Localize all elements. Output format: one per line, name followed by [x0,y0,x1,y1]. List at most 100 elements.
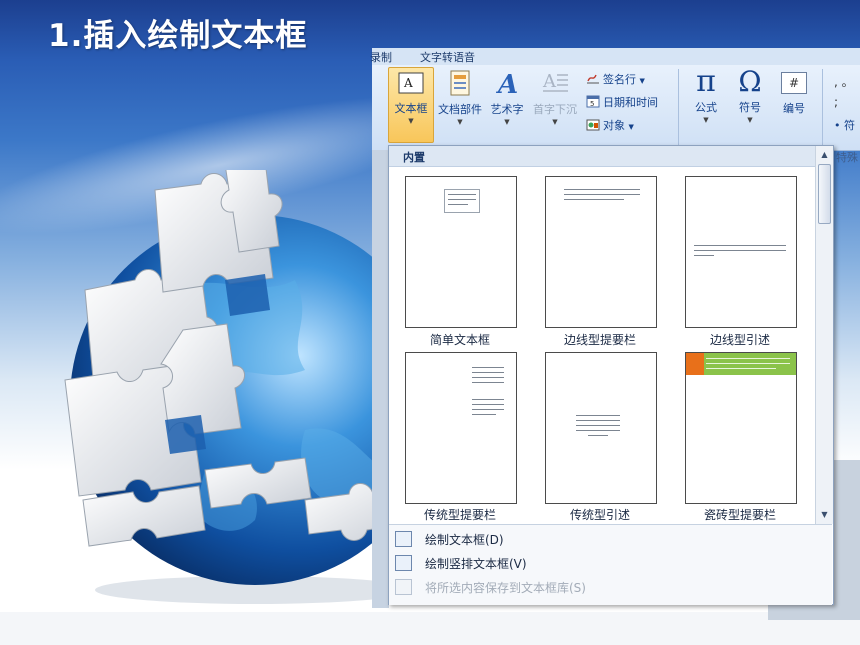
menu-item-label: 绘制竖排文本框(V) [425,557,527,571]
ribbon-group-label-special: 特殊 [836,151,858,164]
menu-item-label: 绘制文本框(D) [425,533,504,547]
text-box-label: 文本框 [394,102,428,115]
text-box-gallery-dropdown: 内置 ▲ ▼ 简单文本框 边线型提要栏 边线型引述 传统型提要栏 传统型引述 瓷… [388,145,834,605]
draw-text-box-icon [395,531,412,547]
thumb-line [472,409,504,410]
drop-cap-button[interactable]: A 首字下沉 ▼ [530,67,580,141]
thumb-line [694,250,786,251]
special-symbol-label: 符 [844,119,855,132]
thumb-line [576,415,620,416]
gallery-item-traditional-sidebar[interactable] [405,352,517,504]
omega-symbol-icon: Ω [738,65,762,98]
text-box-button[interactable]: A 文本框 ▼ [388,67,434,143]
gallery-item-simple-text-box[interactable] [405,176,517,328]
signature-line-button[interactable]: 签名行 ▼ [586,71,645,87]
thumb-line [472,399,504,400]
tab-record[interactable]: 录制 [370,49,392,65]
gallery-item-label: 传统型引述 [569,508,630,522]
document-left-margin [372,150,389,608]
thumb-line [448,199,476,200]
thumb-line [472,382,504,383]
tab-text-to-speech[interactable]: 文字转语音 [420,49,475,65]
object-button[interactable]: 对象 ▼ [586,117,634,133]
gallery-item-label: 传统型提要栏 [423,508,496,522]
wordart-button[interactable]: A 艺术字 ▼ [486,67,528,141]
thumb-text-box-frame [444,189,480,213]
signature-line-icon [587,74,599,84]
menu-item-label: 将所选内容保存到文本框库(S) [425,581,586,595]
number-icon: # [781,72,807,94]
thumb-line [694,255,714,256]
gallery-header-label: 内置 [403,151,425,164]
number-button[interactable]: # 编号 [774,67,814,141]
thumb-line [706,363,790,364]
gallery-item-label: 边线型引述 [709,333,770,347]
gallery-item-label: 边线型提要栏 [563,333,636,347]
save-selection-to-gallery-menu-item[interactable]: 将所选内容保存到文本框库(S) [389,575,832,599]
wordart-label: 艺术字 [490,103,524,116]
gallery-item-traditional-quote[interactable] [545,352,657,504]
ribbon-group-separator [678,69,679,145]
punctuation-glyphs: , 。 [834,75,854,89]
gallery-item-sideline-sidebar[interactable] [545,176,657,328]
svg-text:A: A [495,70,518,96]
thumb-line [472,414,496,415]
number-label: 编号 [783,102,805,115]
draw-vertical-text-box-icon [395,555,412,571]
equation-label: 公式 [695,101,717,114]
thumb-line [706,358,790,359]
gallery-item-label: 简单文本框 [429,333,490,347]
thumb-line [706,368,776,369]
symbol-label: 符号 [739,101,761,114]
ribbon-group-separator [822,69,823,145]
ribbon-tab-bar: 录制 文字转语音 [370,48,860,66]
thumb-line [564,189,640,190]
ribbon-insert-panel: A 文本框 ▼ 文档部件 ▼ A 艺术字 ▼ A 首字下沉 ▼ 签名行 ▼ 5 … [372,65,860,151]
document-parts-button[interactable]: 文档部件 ▼ [434,67,486,141]
date-time-button[interactable]: 5 日期和时间 [586,94,658,110]
document-parts-icon [450,70,470,96]
puzzle-globe-illustration [55,159,440,610]
object-icon [586,119,600,131]
equation-button[interactable]: π 公式 ▼ [686,67,726,141]
chevron-down-icon: ▼ [408,117,414,125]
chevron-down-icon: ▼ [703,116,709,124]
date-time-label: 日期和时间 [603,96,658,109]
thumb-line [448,204,468,205]
scroll-down-arrow-icon[interactable]: ▼ [818,508,831,521]
object-label: 对象 [603,119,625,132]
thumb-line [576,420,620,421]
thumb-line [576,425,620,426]
draw-vertical-text-box-menu-item[interactable]: 绘制竖排文本框(V) [389,551,832,575]
scroll-up-arrow-icon[interactable]: ▲ [818,148,831,161]
pi-equation-icon: π [696,64,716,99]
gallery-section-header: 内置 [389,146,815,167]
punctuation-glyphs-2: ; [834,95,839,109]
thumb-line [564,194,640,195]
symbol-button[interactable]: Ω 符号 ▼ [730,67,770,141]
thumb-line [694,245,786,246]
thumb-line [472,404,504,405]
draw-text-box-menu-item[interactable]: 绘制文本框(D) [389,527,832,551]
thumb-line [472,372,504,373]
puzzle-globe-image [64,159,440,604]
gallery-item-label: 瓷砖型提要栏 [703,508,776,522]
svg-text:A: A [403,76,413,90]
chevron-down-icon: ▼ [504,118,510,126]
chevron-down-icon: ▼ [628,123,634,131]
thumb-line [472,367,504,368]
gallery-scrollbar[interactable]: ▲ ▼ [815,146,833,524]
signature-line-label: 签名行 [603,73,636,86]
save-to-gallery-icon [395,579,412,595]
thumb-line [564,199,624,200]
thumb-line [472,377,504,378]
gallery-item-sideline-quote[interactable] [685,176,797,328]
special-symbol-button[interactable]: • 符 [834,117,855,133]
drop-cap-label: 首字下沉 [533,103,577,116]
chevron-down-icon: ▼ [747,116,753,124]
gallery-item-tile-sidebar[interactable] [685,352,797,504]
scrollbar-thumb[interactable] [818,164,831,224]
chevron-down-icon: ▼ [639,77,645,85]
chevron-down-icon: ▼ [552,118,558,126]
thumb-line [588,435,608,436]
